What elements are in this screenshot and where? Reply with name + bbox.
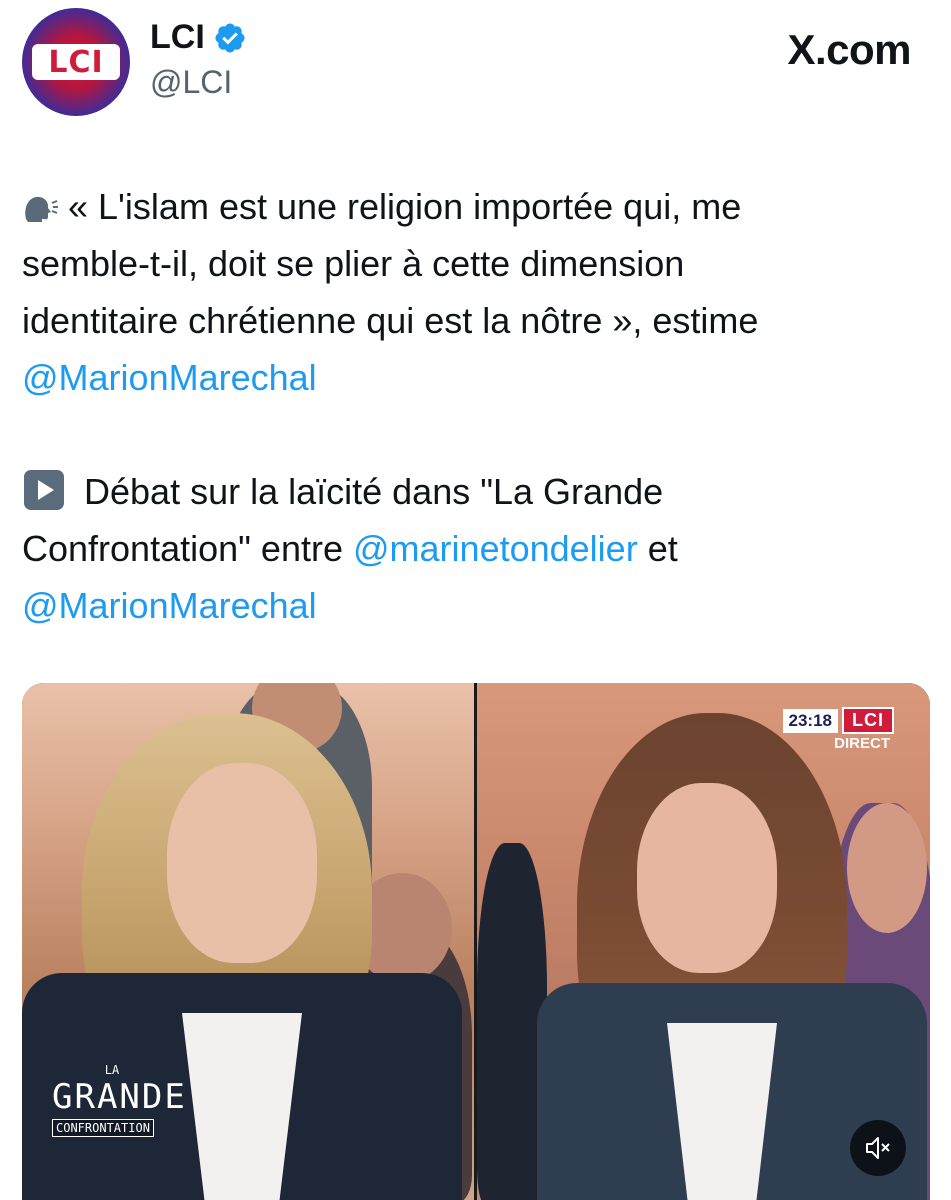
tweet-line-2: semble-t-il, doit se plier à cette dimen…	[22, 243, 685, 284]
video-left-panel: LA GRANDE CONFRONTATION	[22, 683, 474, 1200]
background-person-right-2-head	[847, 803, 927, 933]
tweet-line-1: « L'islam est une religion importée qui,…	[22, 178, 927, 235]
tweet-text: « L'islam est une religion importée qui,…	[22, 178, 927, 634]
avatar[interactable]: LCI	[22, 8, 130, 116]
lci-logo: LCI	[32, 44, 120, 80]
tweet-line-6-post: et	[647, 528, 678, 569]
handle[interactable]: @LCI	[150, 64, 232, 101]
speaker-left-face	[167, 763, 317, 963]
broadcast-time: 23:18	[782, 708, 838, 733]
tweet-line-6-text: Confrontation" entre	[22, 528, 343, 569]
tweet-line-1-text: « L'islam est une religion importée qui,…	[68, 186, 742, 227]
show-logo-top: LA	[104, 1063, 120, 1077]
show-logo-bottom: CONFRONTATION	[52, 1119, 154, 1137]
play-button-icon	[24, 470, 64, 510]
avatar-logo-text: LCI	[48, 44, 104, 80]
broadcast-badge: 23:18 LCI	[782, 707, 894, 734]
tweet-header: LCI LCI @LCI X.com	[0, 0, 951, 130]
speaker-right-face	[637, 783, 777, 973]
video-right-panel: 23:18 LCI DIRECT	[477, 683, 930, 1200]
name-row: LCI	[150, 18, 247, 57]
show-logo-main: GRANDE	[52, 1077, 187, 1117]
tweet-line-6: Confrontation" entre @marinetondelier et	[22, 520, 927, 577]
tweet-line-4: @MarionMarechal	[22, 349, 927, 406]
show-logo: LA GRANDE CONFRONTATION	[52, 1063, 187, 1137]
mention-marionmarechal[interactable]: @MarionMarechal	[22, 357, 317, 398]
live-label: DIRECT	[834, 735, 890, 752]
speaking-head-icon	[25, 196, 58, 222]
verified-badge-icon	[215, 22, 245, 53]
mention-marinetondelier[interactable]: @marinetondelier	[353, 528, 638, 569]
display-name[interactable]: LCI	[150, 18, 205, 57]
tweet-line-5-text: Débat sur la laïcité dans "La Grande	[84, 471, 664, 512]
tweet-line-3: identitaire chrétienne qui est la nôtre …	[22, 300, 759, 341]
tweet-line-7: @MarionMarechal	[22, 577, 927, 634]
speaker-muted-icon	[866, 1137, 890, 1159]
video-player[interactable]: LA GRANDE CONFRONTATION 23:18 LCI DIRECT	[22, 683, 930, 1200]
site-label: X.com	[787, 26, 911, 73]
mute-button[interactable]	[850, 1120, 906, 1176]
tweet-line-5: Débat sur la laïcité dans "La Grande	[22, 463, 927, 520]
broadcast-channel: LCI	[842, 707, 894, 734]
mention-marionmarechal-2[interactable]: @MarionMarechal	[22, 585, 317, 626]
